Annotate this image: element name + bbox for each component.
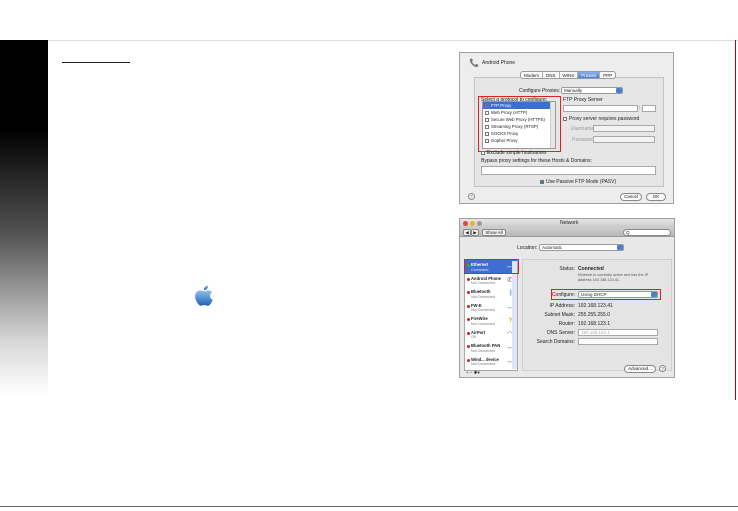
top-rule: [48, 40, 738, 41]
bottom-rule: [0, 506, 738, 507]
back-button[interactable]: ◀: [463, 229, 471, 236]
list-item[interactable]: FireWire Not Connected Y: [465, 314, 517, 328]
help-button[interactable]: ?: [659, 365, 666, 372]
status-dot-icon: [466, 318, 470, 321]
dns-server-input[interactable]: 192.168.123.1: [578, 329, 658, 336]
tab-wins[interactable]: WINS: [560, 72, 579, 78]
list-item[interactable]: FW-E Not Connected ↔: [465, 301, 517, 315]
password-input[interactable]: [593, 136, 655, 143]
ftp-proxy-server-input[interactable]: [563, 105, 638, 112]
search-input[interactable]: Q: [623, 229, 671, 236]
search-domains-label: Search Domains:: [536, 339, 575, 345]
minimize-icon[interactable]: [470, 221, 475, 226]
apple-icon: [195, 285, 213, 306]
close-icon[interactable]: [463, 221, 468, 226]
configure-proxies-select[interactable]: Manually: [561, 87, 623, 94]
help-button[interactable]: ?: [468, 193, 475, 200]
forward-button[interactable]: ▶: [471, 229, 479, 236]
highlight-box: [551, 289, 661, 300]
ftp-proxy-server-label: FTP Proxy Server: [563, 97, 603, 103]
right-margin-line: [735, 40, 736, 400]
zoom-icon[interactable]: [477, 221, 482, 226]
popup-arrow-icon: [616, 88, 622, 93]
phone-icon: [469, 58, 479, 68]
passive-ftp-checkbox[interactable]: [540, 180, 544, 184]
proxies-window: Android Phone Modem DNS WINS Proxies PPP…: [459, 52, 674, 204]
status-dot-icon: [466, 304, 470, 308]
show-all-button[interactable]: Show All: [482, 229, 506, 236]
title-bar: Network: [460, 219, 674, 228]
router-value: 192.168.123.1: [578, 321, 610, 327]
window-title: Android Phone: [482, 60, 516, 66]
configure-proxies-value: Manually: [564, 88, 583, 93]
ip-address-label: IP Address:: [549, 303, 575, 309]
password-required-checkbox[interactable]: [563, 117, 567, 121]
settings-tabs: Modem DNS WINS Proxies PPP: [520, 71, 617, 79]
status-label: Status:: [559, 266, 575, 272]
list-item[interactable]: Android Phone Not Connected ✆: [465, 274, 517, 288]
ftp-proxy-port-input[interactable]: [642, 105, 656, 112]
tab-dns[interactable]: DNS: [543, 72, 560, 78]
dns-server-label: DNS Server:: [546, 330, 575, 336]
subnet-mask-value: 255.255.255.0: [578, 312, 610, 318]
configure-proxies-label: Configure Proxies:: [519, 88, 561, 94]
tab-modem[interactable]: Modem: [521, 72, 544, 78]
list-item[interactable]: Bluetooth Not Connected ᛒ: [465, 287, 517, 301]
status-dot-icon: [466, 331, 470, 335]
heading-underline: [62, 62, 130, 63]
list-item[interactable]: Wind... device Not Connected ↔: [465, 355, 517, 369]
subnet-mask-label: Subnet Mask:: [544, 312, 575, 318]
status-dot-icon: [466, 291, 470, 294]
exclude-hostnames-label: Exclude simple hostnames: [487, 150, 547, 156]
cancel-button[interactable]: Cancel: [620, 193, 642, 201]
tab-proxies[interactable]: Proxies: [578, 72, 601, 78]
status-description-line2: address 192.168.123.41.: [578, 278, 621, 282]
list-item[interactable]: AirPort Off ◠: [465, 328, 517, 342]
port-separator: :: [639, 105, 641, 111]
passive-ftp-label: Use Passive FTP Mode (PASV): [546, 179, 617, 185]
tab-ppp[interactable]: PPP: [600, 72, 615, 78]
popup-arrow-icon: [617, 245, 623, 250]
section-side-tab: [0, 40, 48, 396]
service-list[interactable]: Ethernet Connected ↔ Android Phone Not C…: [464, 259, 518, 371]
password-required-label: Proxy server requires password: [569, 116, 640, 122]
status-value: Connected: [578, 266, 604, 272]
status-dot-icon: [466, 358, 470, 362]
bypass-hosts-input[interactable]: [481, 166, 656, 175]
service-list-tools[interactable]: + − ✱▾: [464, 370, 518, 376]
ok-button[interactable]: OK: [646, 193, 666, 201]
advanced-button[interactable]: Advanced...: [624, 365, 656, 373]
exclude-hostnames-checkbox[interactable]: [481, 151, 485, 155]
service-list-scrollbar[interactable]: [512, 261, 517, 369]
search-icon: Q: [626, 230, 630, 235]
location-value: Automatic: [542, 245, 563, 250]
window-title: Network: [560, 220, 579, 226]
username-input[interactable]: [593, 125, 655, 132]
router-label: Router:: [558, 321, 575, 327]
network-window: Network ◀ ▶ Show All Q Location: Automat…: [459, 218, 675, 378]
bypass-label: Bypass proxy settings for these Hosts & …: [481, 158, 592, 164]
list-item[interactable]: Bluetooth PAN Not Connected ↔: [465, 341, 517, 355]
highlight-box: [464, 259, 519, 274]
username-label: Username:: [571, 126, 596, 132]
status-dot-icon: [466, 277, 470, 281]
password-label: Password:: [572, 137, 596, 143]
status-dot-icon: [466, 345, 470, 348]
location-label: Location:: [517, 245, 538, 251]
highlight-box: [478, 96, 561, 152]
ip-address-value: 192.168.123.41: [578, 303, 613, 309]
location-select[interactable]: Automatic: [539, 244, 624, 251]
search-domains-input[interactable]: [578, 338, 658, 345]
